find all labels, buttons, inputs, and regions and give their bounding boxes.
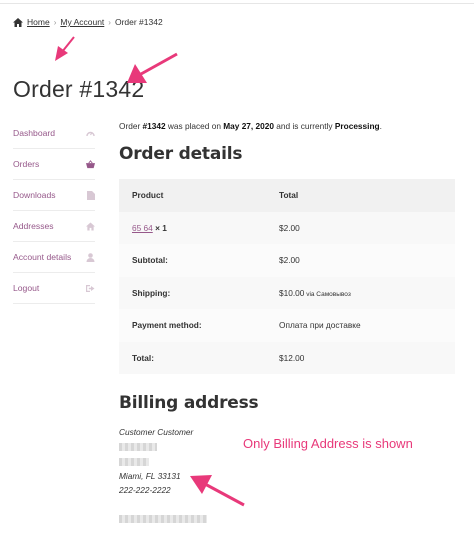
arrow-icon (190, 475, 245, 507)
annotation-arrows (55, 36, 245, 507)
arrow-icon (127, 52, 178, 83)
arrow-icon (55, 36, 75, 61)
